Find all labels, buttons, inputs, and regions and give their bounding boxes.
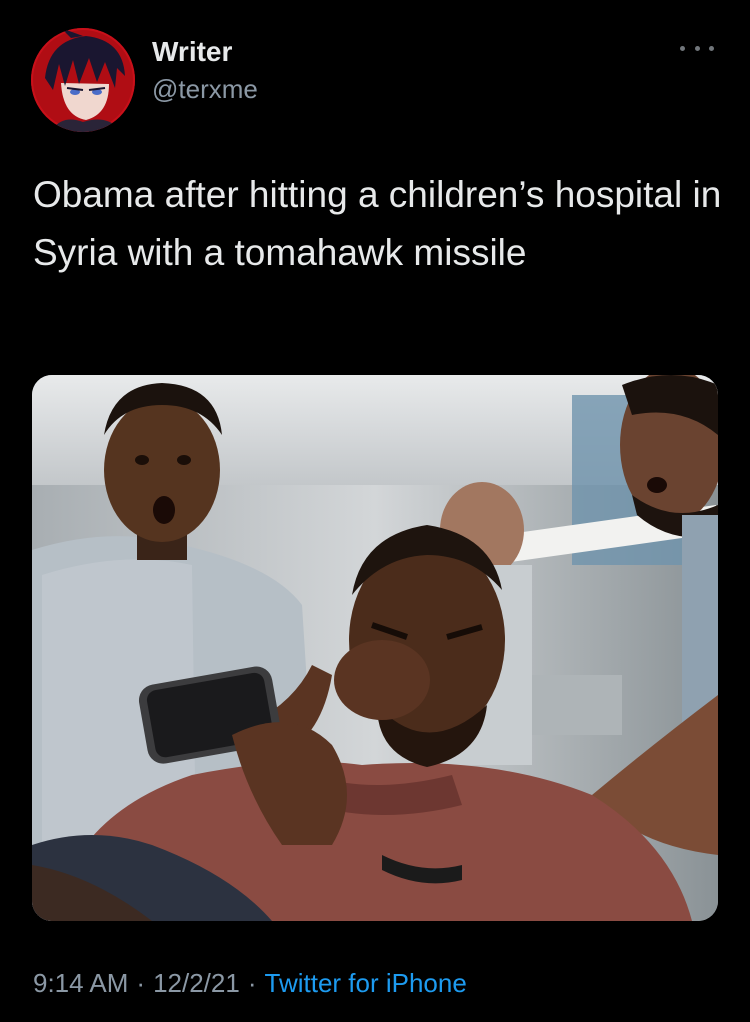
more-options-icon bbox=[680, 45, 685, 51]
tweet-source-link[interactable]: Twitter for iPhone bbox=[265, 968, 467, 998]
tweet-time[interactable]: 9:14 AM bbox=[33, 968, 128, 998]
meta-separator: · bbox=[247, 968, 257, 998]
tweet-photo[interactable] bbox=[32, 375, 718, 921]
photo-barbershop-reaction bbox=[32, 375, 718, 921]
more-options-button[interactable] bbox=[680, 38, 714, 58]
more-options-dot bbox=[694, 45, 700, 51]
user-handle[interactable]: @terxme bbox=[152, 74, 258, 105]
tweet-text: Obama after hitting a children’s hospita… bbox=[33, 174, 722, 273]
more-options-dot bbox=[709, 45, 714, 51]
avatar[interactable] bbox=[31, 28, 135, 132]
anime-avatar-icon bbox=[31, 28, 135, 132]
tweet-meta: 9:14 AM · 12/2/21 · Twitter for iPhone bbox=[33, 968, 467, 999]
meta-separator: · bbox=[136, 968, 146, 998]
display-name[interactable]: Writer bbox=[152, 36, 232, 68]
tweet-date[interactable]: 12/2/21 bbox=[153, 968, 240, 998]
